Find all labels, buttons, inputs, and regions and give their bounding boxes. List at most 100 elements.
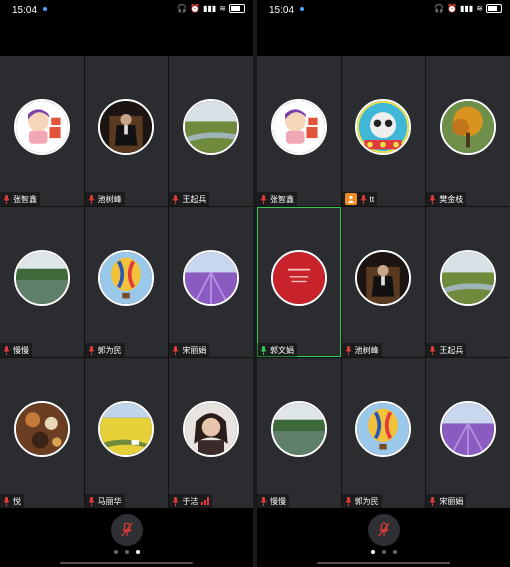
participant-name-bar: 王起兵: [426, 343, 467, 357]
woman-portrait-avatar: [185, 403, 238, 455]
avatar: [183, 401, 240, 457]
avatar: [270, 250, 327, 306]
participant-tile[interactable]: 宋丽娟: [426, 358, 510, 508]
participant-name-bar: 宋丽娟: [426, 494, 467, 508]
avatar: [98, 99, 155, 155]
battery-icon: [229, 4, 245, 13]
participant-tile-active-speaker[interactable]: 郭文娟: [257, 207, 341, 357]
muted-mic-icon: [3, 194, 10, 204]
bottom-bar: [257, 508, 510, 567]
muted-mic-icon: [429, 194, 436, 204]
avatar: [440, 99, 497, 155]
participant-name-bar: 郭文娟: [257, 343, 297, 357]
participant-name-bar: 张智鑫: [0, 192, 40, 206]
participant-tile[interactable]: 郭为民: [341, 358, 426, 508]
spices-flatlay-avatar: [15, 403, 68, 455]
panda-toy-avatar: [357, 101, 410, 153]
status-icons: 🎧 ⏰ ▮▮▮ ≋: [177, 4, 245, 13]
participant-name: tt: [369, 194, 375, 204]
wifi-icon: ≋: [219, 4, 226, 13]
rapeseed-field-avatar: [100, 403, 153, 455]
avatar: [440, 401, 497, 457]
host-icon: [344, 193, 357, 205]
participant-tile[interactable]: 王起兵: [426, 207, 510, 357]
muted-mic-icon: [88, 194, 95, 204]
cartoon-boy-avatar: [15, 101, 68, 153]
participant-tile[interactable]: 于洁: [169, 358, 253, 508]
avatar: [270, 99, 327, 155]
page-dot[interactable]: [113, 550, 118, 554]
lake-landscape-avatar: [15, 252, 68, 304]
battery-icon: [486, 4, 502, 13]
participant-name-bar: 张智鑫: [257, 192, 297, 206]
avatar: [183, 99, 240, 155]
participant-tile[interactable]: 悦: [0, 358, 84, 508]
red-card-avatar: [272, 252, 325, 304]
phone-screen-right: 15:04 🎧 ⏰ ▮▮▮ ≋ 张智鑫 tt 樊金枝 郭文娟 池树峰 王起兵 慢…: [257, 0, 510, 567]
video-grid: 张智鑫 tt 樊金枝 郭文娟 池树峰 王起兵 慢慢 郭为民 宋丽娟: [257, 56, 510, 508]
avatar: [183, 250, 240, 306]
hot-air-balloon-avatar: [357, 403, 410, 455]
page-dot[interactable]: [392, 550, 397, 554]
participant-tile[interactable]: 池树峰: [341, 207, 426, 357]
mute-button[interactable]: [367, 514, 400, 546]
muted-mic-icon: [172, 194, 179, 204]
page-dot[interactable]: [124, 550, 129, 554]
signal-strength-icon: [201, 497, 210, 505]
avatar: [13, 401, 70, 457]
participant-name: 池树峰: [97, 194, 122, 204]
avatar: [13, 99, 70, 155]
participant-name: 于洁: [182, 496, 199, 506]
avatar: [13, 250, 70, 306]
location-icon: [300, 7, 304, 11]
participant-tile[interactable]: 郭为民: [84, 207, 169, 357]
participant-tile[interactable]: 王起兵: [169, 56, 253, 206]
muted-mic-icon: [3, 345, 10, 355]
participant-name-bar: 王起兵: [169, 192, 210, 206]
home-indicator: [60, 562, 193, 564]
river-landscape-avatar: [185, 101, 238, 153]
participant-tile[interactable]: 慢慢: [0, 207, 84, 357]
lavender-field-avatar: [185, 252, 238, 304]
participant-name: 马丽华: [97, 496, 122, 506]
muted-mic-icon: [3, 496, 10, 506]
participant-name-bar: 悦: [0, 494, 24, 508]
man-in-chair-avatar: [357, 252, 410, 304]
participant-name-bar: 慢慢: [257, 494, 289, 508]
participant-name: 张智鑫: [13, 194, 37, 204]
page-dot-active[interactable]: [135, 550, 140, 554]
page-indicator: [0, 550, 253, 554]
participant-tile[interactable]: 马丽华: [84, 358, 169, 508]
video-grid: 张智鑫 池树峰 王起兵 慢慢 郭为民 宋丽娟 悦 马丽华 于洁: [0, 56, 253, 508]
participant-name-bar: 池树峰: [84, 192, 125, 206]
location-icon: [43, 7, 47, 11]
muted-mic-icon: [345, 345, 352, 355]
participant-tile[interactable]: 池树峰: [84, 56, 169, 206]
participant-tile[interactable]: 慢慢: [257, 358, 341, 508]
status-bar: 15:04 🎧 ⏰ ▮▮▮ ≋: [0, 0, 253, 20]
participant-name-bar: 马丽华: [84, 494, 125, 508]
participant-name-bar: tt: [341, 192, 378, 206]
page-dot-active[interactable]: [370, 550, 375, 554]
participant-tile[interactable]: 宋丽娟: [169, 207, 253, 357]
headphone-icon: 🎧: [177, 4, 188, 13]
page-dot[interactable]: [381, 550, 386, 554]
participant-name: 慢慢: [270, 496, 286, 506]
participant-name: 宋丽娟: [182, 345, 207, 355]
participant-name-bar: 郭为民: [84, 343, 125, 357]
participant-tile[interactable]: 张智鑫: [257, 56, 341, 206]
status-icons: 🎧 ⏰ ▮▮▮ ≋: [434, 4, 502, 13]
signal-icon: ▮▮▮: [460, 4, 474, 13]
participant-tile[interactable]: 樊金枝: [426, 56, 510, 206]
muted-mic-icon: [88, 345, 95, 355]
avatar: [440, 250, 497, 306]
participant-name-bar: 慢慢: [0, 343, 32, 357]
muted-mic-icon: [172, 496, 179, 506]
page-indicator: [257, 550, 510, 554]
muted-mic-icon: [260, 496, 267, 506]
participant-tile[interactable]: tt: [341, 56, 426, 206]
participant-tile[interactable]: 张智鑫: [0, 56, 84, 206]
avatar: [355, 250, 412, 306]
river-landscape-avatar: [442, 252, 495, 304]
mute-button[interactable]: [110, 514, 143, 546]
